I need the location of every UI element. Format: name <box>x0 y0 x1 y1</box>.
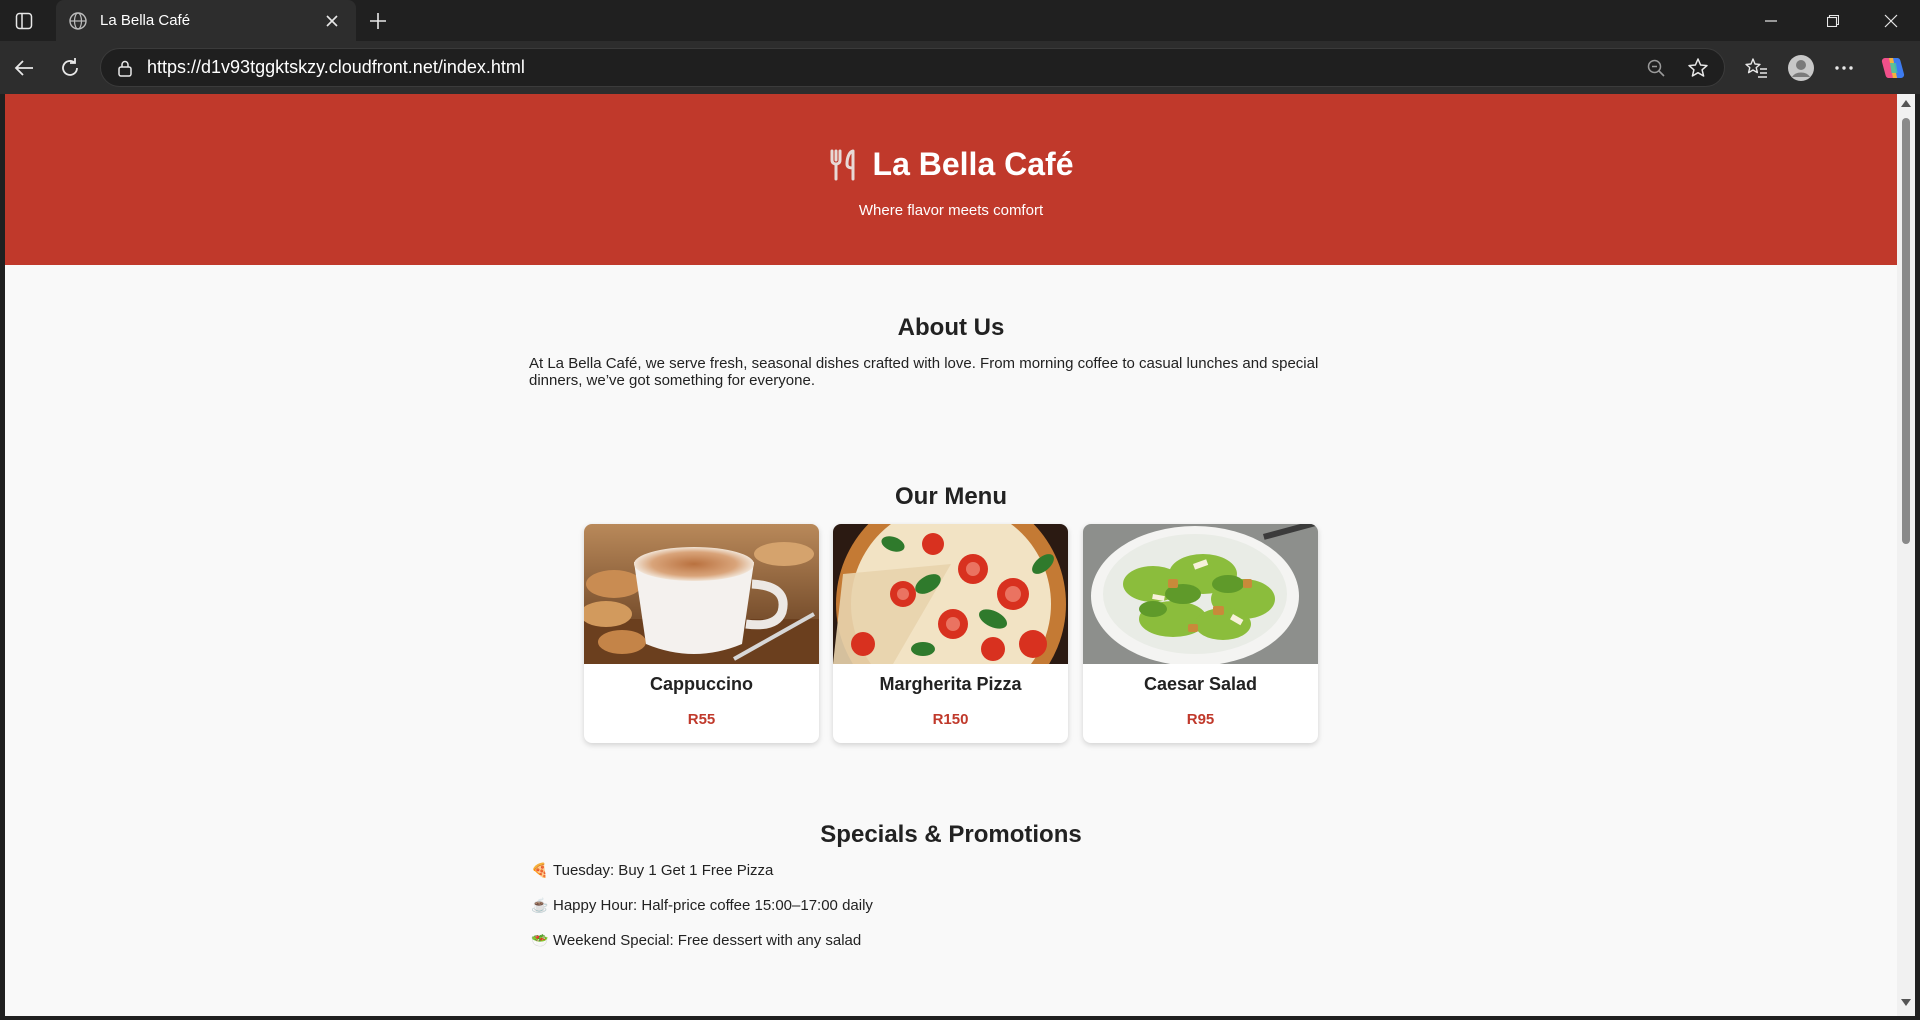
more-options-icon[interactable] <box>1830 54 1858 82</box>
tab-bar: La Bella Café <box>0 0 1920 41</box>
globe-icon <box>68 11 88 31</box>
back-icon[interactable] <box>10 54 38 82</box>
favorites-icon[interactable] <box>1742 54 1770 82</box>
menu-item-name: Margherita Pizza <box>879 674 1022 694</box>
specials-list: 🍕 Tuesday: Buy 1 Get 1 Free Pizza ☕ Happ… <box>531 862 873 967</box>
menu-item-name: Cappuccino <box>649 674 753 694</box>
copilot-icon[interactable] <box>1878 53 1908 83</box>
url-text[interactable]: https://d1v93tggktskzy.cloudfront.net/in… <box>147 57 1644 78</box>
scroll-thumb[interactable] <box>1902 118 1910 544</box>
list-item: 🥗 Weekend Special: Free dessert with any… <box>531 932 873 967</box>
menu-card[interactable]: Margherita Pizza R150 <box>833 524 1068 743</box>
menu-heading: Our Menu <box>895 483 1007 510</box>
tab-title: La Bella Café <box>100 12 191 29</box>
active-tab[interactable]: La Bella Café <box>56 0 356 41</box>
close-window-icon[interactable] <box>1876 8 1906 34</box>
site-title: La Bella Café <box>5 146 1897 183</box>
window-frame <box>1915 94 1920 1020</box>
site-info-icon[interactable] <box>115 58 135 78</box>
caesar-salad-image <box>1083 524 1318 666</box>
minimize-icon[interactable] <box>1756 8 1786 34</box>
tagline: Where flavor meets comfort <box>858 202 1044 219</box>
coffee-icon: ☕ <box>531 897 549 913</box>
scroll-up-arrow-icon[interactable] <box>1901 100 1911 107</box>
site-title-text: La Bella Café <box>872 146 1074 182</box>
restore-icon[interactable] <box>1818 8 1848 34</box>
menu-item-name: Caesar Salad <box>1143 674 1258 694</box>
address-bar[interactable]: https://d1v93tggktskzy.cloudfront.net/in… <box>100 48 1725 87</box>
about-text: At La Bella Café, we serve fresh, season… <box>529 355 1319 389</box>
fork-knife-icon <box>829 149 859 181</box>
salad-icon: 🥗 <box>531 932 549 948</box>
profile-avatar-icon[interactable] <box>1785 52 1817 84</box>
reload-icon[interactable] <box>56 54 84 82</box>
about-heading: About Us <box>897 314 1005 341</box>
menu-item-price: R150 <box>932 711 969 728</box>
list-item: ☕ Happy Hour: Half-price coffee 15:00–17… <box>531 897 873 932</box>
specials-heading: Specials & Promotions <box>820 821 1082 848</box>
new-tab-icon[interactable] <box>364 7 392 35</box>
browser-toolbar: https://d1v93tggktskzy.cloudfront.net/in… <box>0 41 1920 94</box>
menu-item-price: R95 <box>1186 711 1215 728</box>
menu-item-price: R55 <box>687 711 716 728</box>
menu-card[interactable]: Caesar Salad R95 <box>1083 524 1318 743</box>
sidebar-toggle-icon[interactable] <box>12 9 36 33</box>
favorite-star-icon[interactable] <box>1686 56 1710 80</box>
page-viewport: La Bella Café Where flavor meets comfort… <box>5 94 1897 1016</box>
pizza-icon: 🍕 <box>531 862 549 878</box>
zoom-icon[interactable] <box>1644 56 1668 80</box>
hero-banner: La Bella Café Where flavor meets comfort <box>5 94 1897 265</box>
window-frame <box>0 1016 1920 1020</box>
special-text: Happy Hour: Half-price coffee 15:00–17:0… <box>553 897 873 914</box>
scroll-down-arrow-icon[interactable] <box>1901 999 1911 1006</box>
special-text: Tuesday: Buy 1 Get 1 Free Pizza <box>553 862 774 879</box>
close-tab-icon[interactable] <box>320 9 344 33</box>
special-text: Weekend Special: Free dessert with any s… <box>553 932 862 949</box>
list-item: 🍕 Tuesday: Buy 1 Get 1 Free Pizza <box>531 862 873 897</box>
menu-card[interactable]: Cappuccino R55 <box>584 524 819 743</box>
page-scrollbar[interactable] <box>1897 94 1915 1016</box>
cappuccino-image <box>584 524 819 664</box>
margherita-pizza-image <box>833 524 1068 719</box>
